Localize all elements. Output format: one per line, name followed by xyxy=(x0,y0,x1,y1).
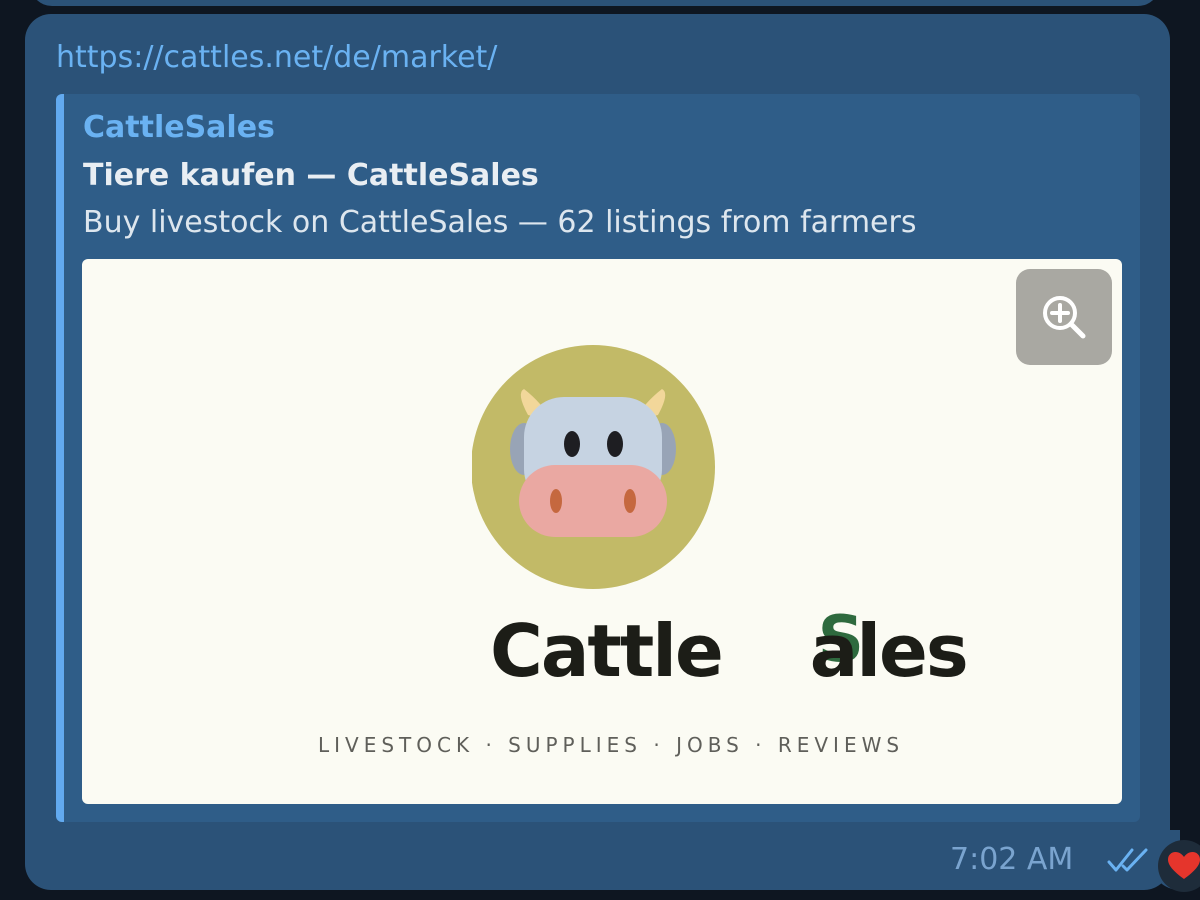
preview-title: Tiere kaufen — CattleSales xyxy=(83,158,539,193)
wordmark-left: Cattle xyxy=(490,609,724,693)
preview-image[interactable]: Cattle Sales LIVESTOCK · SUPPLIES · JOBS … xyxy=(82,259,1122,804)
link-preview[interactable]: CattleSales Tiere kaufen — CattleSales B… xyxy=(56,94,1140,822)
selection-edge-mark xyxy=(0,832,4,860)
message-time: 7:02 AM xyxy=(950,842,1074,877)
wordmark-overlap-front: a xyxy=(809,609,859,693)
brand-wordmark: Cattle Sales xyxy=(490,603,969,693)
wordmark-right: les xyxy=(856,609,968,693)
zoom-button[interactable] xyxy=(1016,269,1112,365)
preview-accent-bar xyxy=(56,94,64,822)
preview-description: Buy livestock on CattleSales — 62 listin… xyxy=(83,205,917,240)
zoom-in-icon xyxy=(1043,296,1086,339)
brand-tagline: LIVESTOCK · SUPPLIES · JOBS · REVIEWS xyxy=(318,733,905,757)
cow-logo-icon xyxy=(472,345,715,589)
previous-message-bubble xyxy=(30,0,1160,6)
heart-icon xyxy=(1168,852,1200,879)
double-check-icon xyxy=(1107,848,1148,872)
message-link[interactable]: https://cattles.net/de/market/ xyxy=(56,40,497,75)
preview-site-name: CattleSales xyxy=(83,110,275,145)
